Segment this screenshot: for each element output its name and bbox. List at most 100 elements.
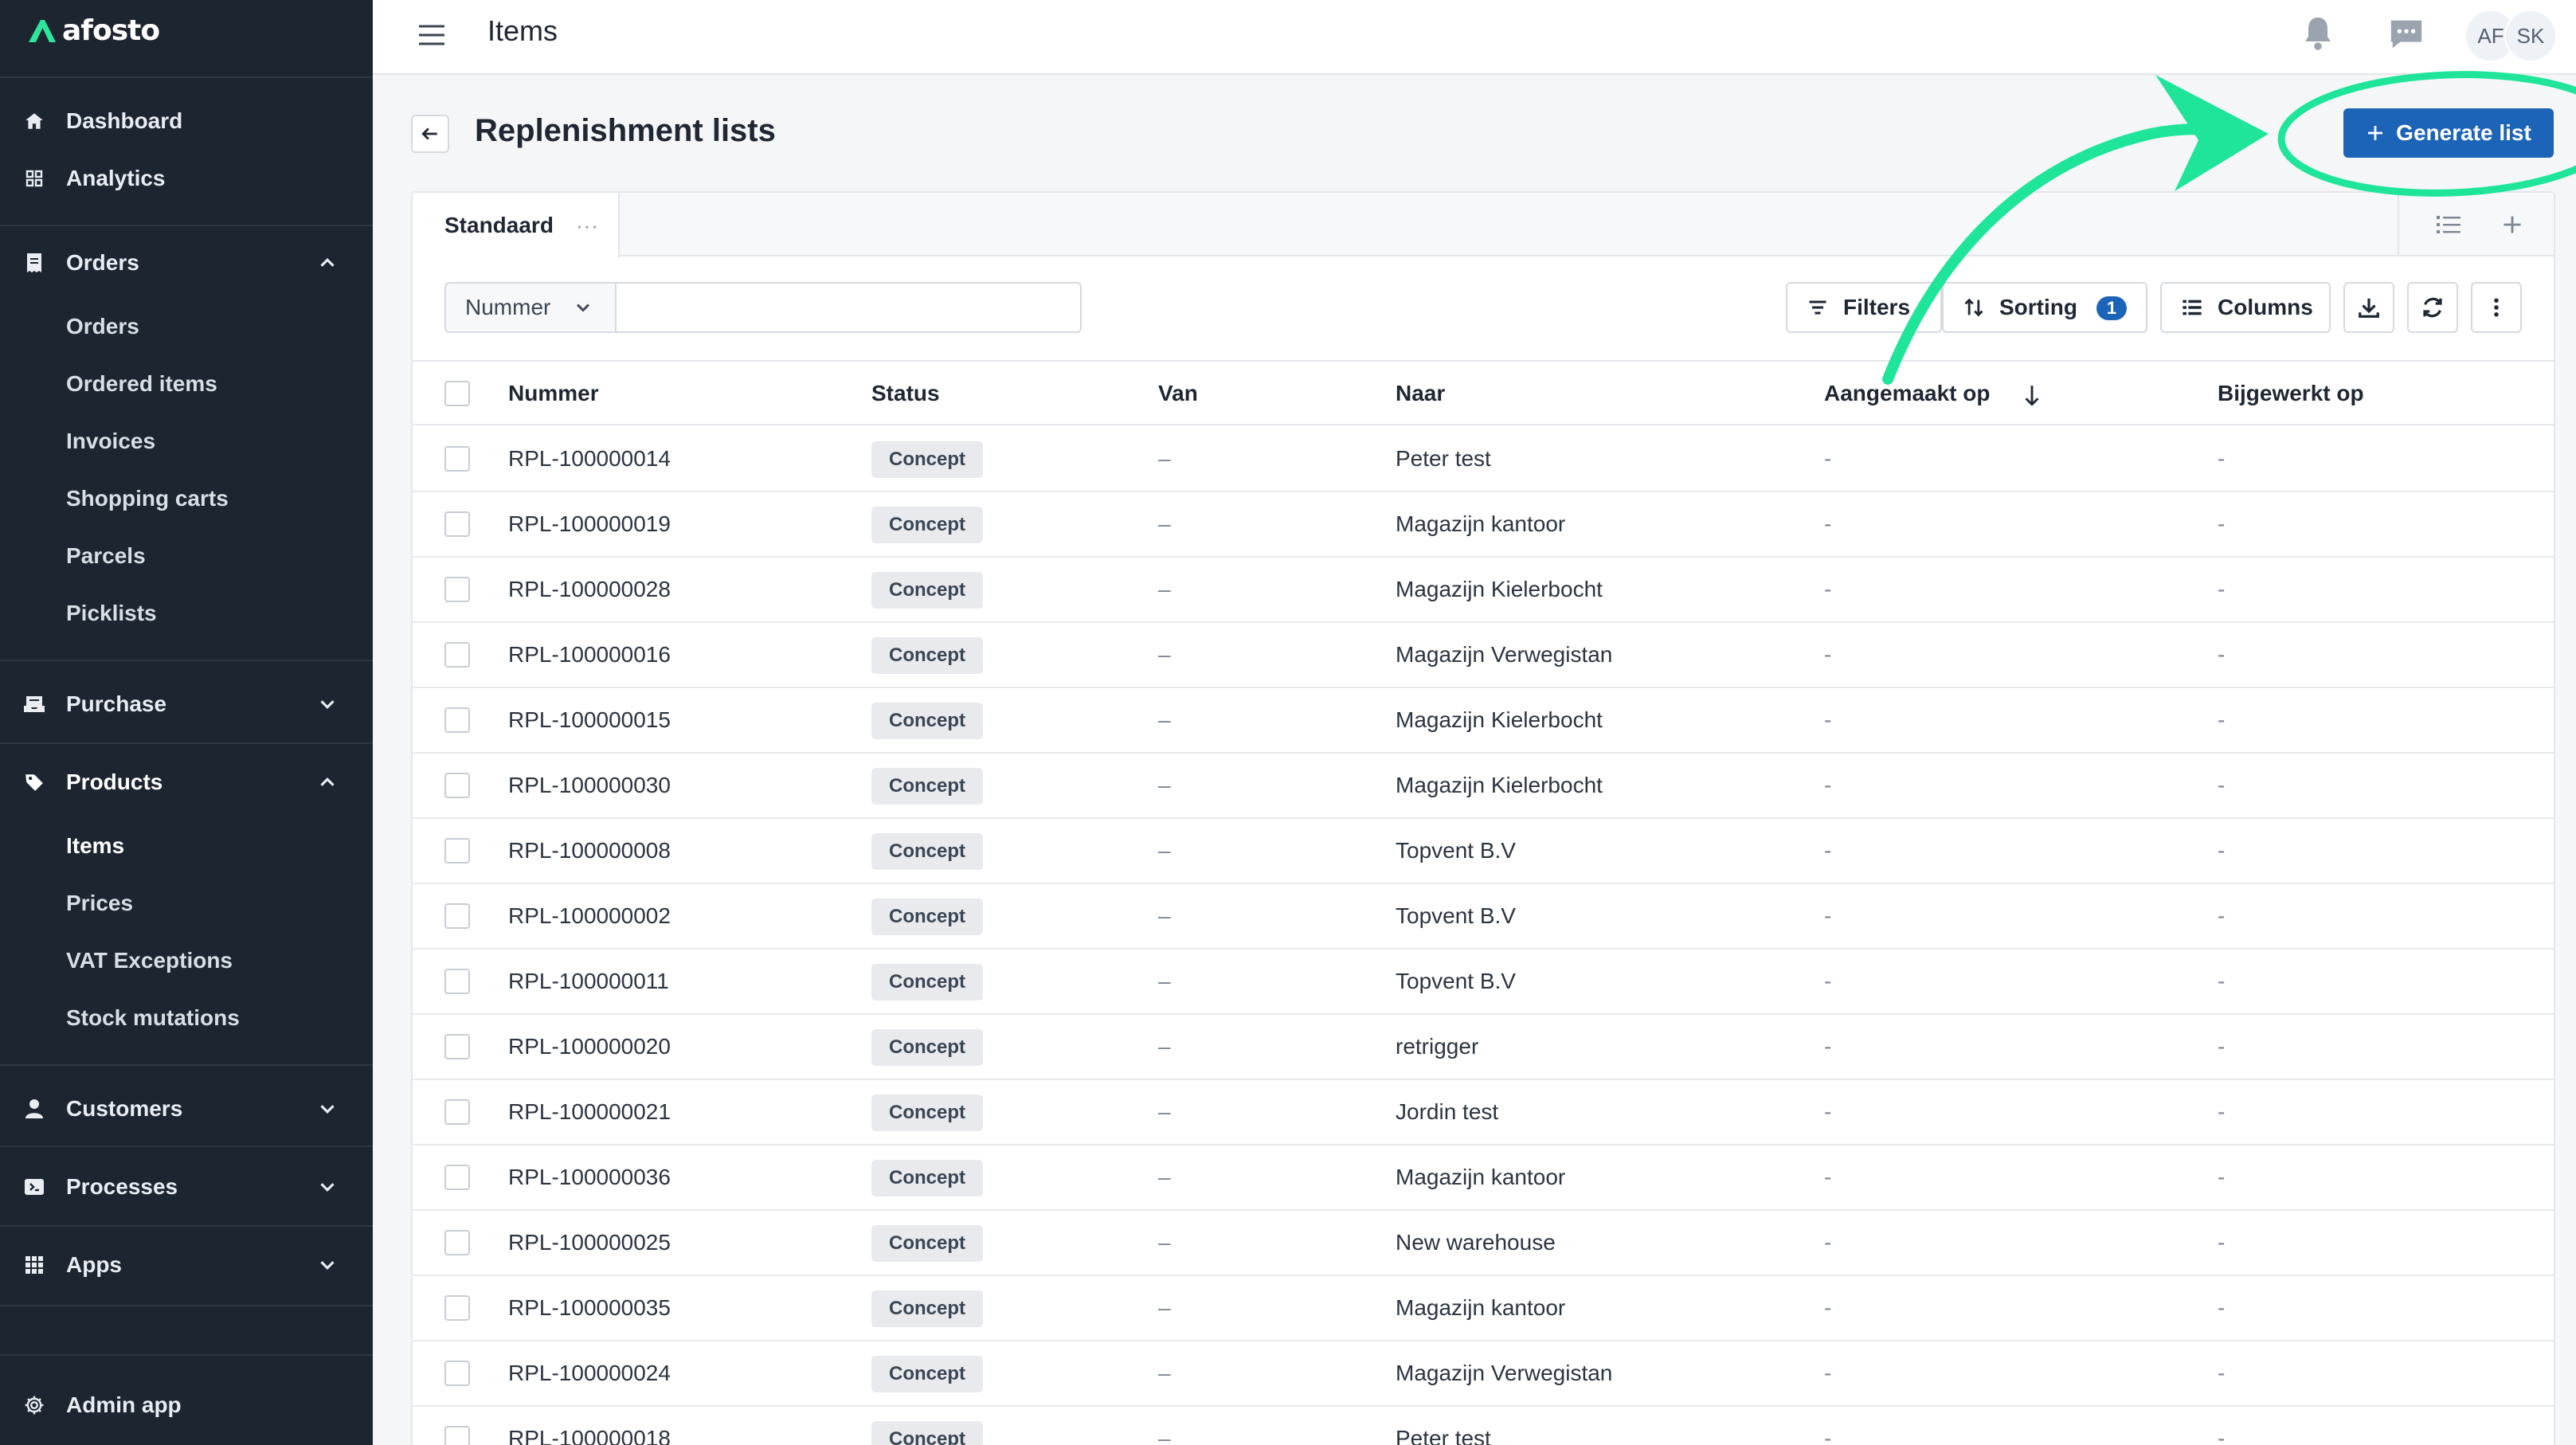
column-header-naar[interactable]: Naar [1396, 381, 1445, 406]
cell-naar: Magazijn Kielerbocht [1396, 707, 1603, 732]
row-checkbox[interactable] [444, 707, 470, 733]
sidebar-item-dashboard[interactable]: Dashboard [0, 92, 373, 150]
avatar[interactable]: SK [2504, 10, 2557, 62]
table-row[interactable]: RPL-100000011 Concept – Topvent B.V - - [413, 950, 2554, 1015]
filter-field-select[interactable]: Nummer [444, 282, 617, 333]
table-row[interactable]: RPL-100000018 Concept – Peter test - - [413, 1407, 2554, 1445]
sidebar-subitem-ordered-items[interactable]: Ordered items [0, 355, 373, 413]
table-row[interactable]: RPL-100000016 Concept – Magazijn Verwegista… [413, 623, 2554, 688]
cell-nummer: RPL-100000030 [508, 773, 671, 797]
table-row[interactable]: RPL-100000035 Concept – Magazijn kantoor - - [413, 1276, 2554, 1341]
sidebar-subitem-orders[interactable]: Orders [0, 298, 373, 355]
column-header-bijgewerkt-op[interactable]: Bijgewerkt op [2218, 381, 2364, 406]
table-row[interactable]: RPL-100000015 Concept – Magazijn Kielerboch… [413, 688, 2554, 754]
table-row[interactable]: RPL-100000008 Concept – Topvent B.V - - [413, 819, 2554, 884]
sidebar-subitem-stock-mutations[interactable]: Stock mutations [0, 989, 373, 1047]
filters-button[interactable]: Filters [1786, 282, 1942, 333]
sort-desc-arrow-icon[interactable] [2022, 384, 2042, 408]
sidebar-item-purchase[interactable]: Purchase [0, 676, 373, 733]
sidebar-subitem-shopping-carts[interactable]: Shopping carts [0, 470, 373, 527]
row-checkbox[interactable] [444, 1295, 470, 1321]
cell-aangemaakt-op: - [1824, 1426, 1832, 1445]
table-row[interactable]: RPL-100000020 Concept – retrigger - - [413, 1015, 2554, 1080]
row-checkbox[interactable] [444, 1165, 470, 1190]
status-badge: Concept [871, 441, 983, 478]
table-row[interactable]: RPL-100000019 Concept – Magazijn kantoor - - [413, 492, 2554, 558]
add-tab-icon[interactable] [2501, 213, 2523, 236]
cell-naar: Topvent B.V [1396, 903, 1516, 928]
sidebar-subitem-label: Prices [66, 891, 134, 915]
row-checkbox[interactable] [444, 511, 470, 537]
back-button[interactable] [411, 115, 449, 153]
hamburger-icon[interactable] [416, 19, 448, 51]
cell-naar: Jordin test [1396, 1099, 1499, 1124]
sidebar-subitem-picklists[interactable]: Picklists [0, 585, 373, 642]
sidebar-subitem-vat-exceptions[interactable]: VAT Exceptions [0, 932, 373, 989]
row-checkbox[interactable] [444, 903, 470, 929]
column-header-aangemaakt-op[interactable]: Aangemaakt op [1824, 381, 1991, 406]
table-row[interactable]: RPL-100000028 Concept – Magazijn Kielerboch… [413, 558, 2554, 623]
download-button[interactable] [2343, 282, 2394, 333]
columns-button[interactable]: Columns [2160, 282, 2331, 333]
sidebar-item-admin-app[interactable]: Admin app [0, 1376, 373, 1434]
table-row[interactable]: RPL-100000030 Concept – Magazijn Kielerboch… [413, 754, 2554, 819]
more-actions-button[interactable] [2471, 282, 2522, 333]
refresh-button[interactable] [2407, 282, 2458, 333]
search-input[interactable] [615, 282, 1082, 333]
chevron-up-icon [320, 258, 335, 267]
row-checkbox[interactable] [444, 969, 470, 994]
column-header-nummer[interactable]: Nummer [508, 381, 599, 406]
column-header-status[interactable]: Status [871, 381, 940, 406]
sidebar-subitem-parcels[interactable]: Parcels [0, 527, 373, 585]
row-checkbox[interactable] [444, 1361, 470, 1386]
sidebar-subitem-prices[interactable]: Prices [0, 875, 373, 932]
row-checkbox[interactable] [444, 1099, 470, 1125]
chat-icon[interactable] [2388, 16, 2425, 53]
cell-aangemaakt-op: - [1824, 1361, 1832, 1385]
table-row[interactable]: RPL-100000014 Concept – Peter test - - [413, 427, 2554, 492]
sidebar-subitem-items[interactable]: Items [0, 817, 373, 875]
sorting-button[interactable]: Sorting 1 [1942, 282, 2147, 333]
status-badge: Concept [871, 1421, 983, 1445]
table-row[interactable]: RPL-100000024 Concept – Magazijn Verwegista… [413, 1341, 2554, 1407]
row-checkbox[interactable] [444, 642, 470, 668]
sidebar-item-analytics[interactable]: Analytics [0, 150, 373, 207]
tab-more-icon[interactable]: ··· [576, 213, 599, 238]
generate-list-button[interactable]: Generate list [2343, 108, 2554, 158]
row-checkbox[interactable] [444, 1230, 470, 1255]
sidebar-item-products[interactable]: Products [0, 754, 373, 811]
sidebar-item-processes[interactable]: Processes [0, 1158, 373, 1216]
cell-bijgewerkt-op: - [2218, 446, 2226, 471]
sidebar-divider [0, 1305, 373, 1306]
cell-bijgewerkt-op: - [2218, 1034, 2226, 1059]
table-row[interactable]: RPL-100000002 Concept – Topvent B.V - - [413, 884, 2554, 950]
row-checkbox[interactable] [444, 446, 470, 472]
sidebar-item-apps[interactable]: Apps [0, 1236, 373, 1294]
cell-van: – [1158, 838, 1171, 863]
row-checkbox[interactable] [444, 838, 470, 863]
sidebar-item-customers[interactable]: Customers [0, 1080, 373, 1138]
status-badge: Concept [871, 1095, 983, 1131]
row-checkbox[interactable] [444, 1426, 470, 1445]
sidebar-item-orders[interactable]: Orders [0, 234, 373, 292]
sidebar: afosto Dashboard Analytics Orders Orders… [0, 0, 373, 1445]
row-checkbox[interactable] [444, 577, 470, 602]
row-checkbox[interactable] [444, 1034, 470, 1059]
cell-van: – [1158, 1426, 1171, 1445]
tab-standaard[interactable]: Standaard ··· [413, 193, 620, 258]
cell-aangemaakt-op: - [1824, 446, 1832, 471]
sidebar-divider [0, 742, 373, 744]
select-all-checkbox[interactable] [444, 381, 470, 406]
chevron-up-icon [320, 777, 335, 786]
column-header-van[interactable]: Van [1158, 381, 1198, 406]
list-view-icon[interactable] [2436, 213, 2461, 236]
table-row[interactable]: RPL-100000025 Concept – New warehouse - - [413, 1211, 2554, 1276]
sidebar-item-label: Purchase [66, 691, 167, 716]
bell-icon[interactable] [2299, 14, 2337, 53]
table-row[interactable]: RPL-100000036 Concept – Magazijn kantoor - - [413, 1145, 2554, 1211]
row-checkbox[interactable] [444, 773, 470, 798]
logo[interactable]: afosto [27, 11, 160, 49]
sidebar-subitem-invoices[interactable]: Invoices [0, 413, 373, 470]
filter-field-label: Nummer [465, 295, 551, 319]
table-row[interactable]: RPL-100000021 Concept – Jordin test - - [413, 1080, 2554, 1145]
